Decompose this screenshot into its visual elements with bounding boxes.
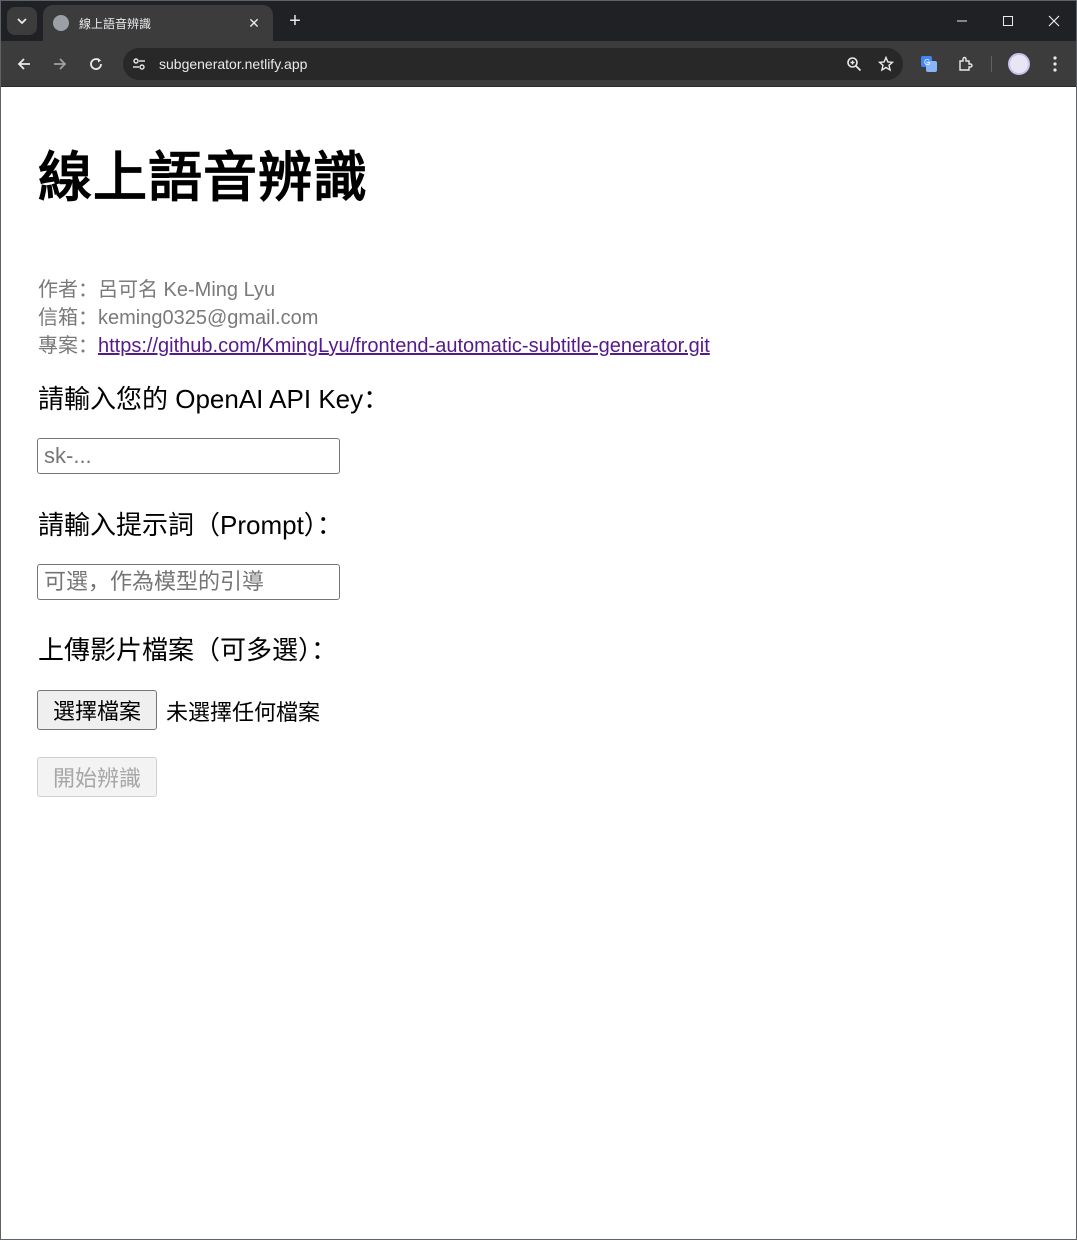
forward-icon[interactable] [46,50,74,78]
svg-text:G: G [924,58,930,67]
prompt-label: 請輸入提示詞（Prompt）： [38,510,343,540]
prompt-input[interactable] [37,564,340,600]
api-key-label: 請輸入您的 OpenAI API Key： [38,384,390,414]
back-icon[interactable] [10,50,38,78]
zoom-icon[interactable] [839,50,869,78]
star-icon[interactable] [871,50,901,78]
translate-icon[interactable]: G [915,50,943,78]
choose-file-button[interactable]: 選擇檔案 [37,690,157,730]
start-recognition-button[interactable]: 開始辨識 [37,757,157,797]
favicon-icon [53,15,69,31]
new-tab-button[interactable]: + [283,9,307,33]
email-line: 信箱：keming0325@gmail.com [38,301,318,330]
reload-icon[interactable] [82,50,110,78]
tab-search-icon[interactable] [7,7,37,35]
no-file-status: 未選擇任何檔案 [166,701,321,726]
tab-strip: 線上語音辨識 ✕ + [1,1,1076,41]
address-bar[interactable]: subgenerator.netlify.app [123,48,903,80]
api-key-input[interactable] [37,438,340,474]
email-label: 信箱： [38,307,98,329]
active-tab[interactable]: 線上語音辨識 ✕ [43,5,273,41]
project-line: 專案：https://github.com/KmingLyu/frontend-… [38,329,710,358]
project-link[interactable]: https://github.com/KmingLyu/frontend-aut… [98,335,710,357]
author-label: 作者： [38,279,98,301]
profile-avatar[interactable] [1008,53,1030,75]
page-content: 線上語音辨識 作者：呂可名 Ke-Ming Lyu 信箱：keming0325@… [1,87,1076,1239]
extensions-icon[interactable] [951,50,979,78]
tab-title: 線上語音辨識 [79,16,152,31]
maximize-icon[interactable] [985,1,1031,41]
close-icon[interactable] [1031,1,1076,41]
project-label: 專案： [38,335,98,357]
browser-toolbar: subgenerator.netlify.app G [1,41,1076,87]
tab-close-button[interactable]: ✕ [245,15,263,32]
toolbar-divider [991,56,992,72]
upload-label: 上傳影片檔案（可多選）： [38,635,338,665]
menu-icon[interactable] [1041,50,1069,78]
page-title: 線上語音辨識 [38,146,368,209]
url-text[interactable]: subgenerator.netlify.app [159,56,839,72]
author-line: 作者：呂可名 Ke-Ming Lyu [38,273,275,302]
site-info-icon[interactable] [125,50,153,78]
email-value: keming0325@gmail.com [98,307,319,329]
author-value: 呂可名 Ke-Ming Lyu [98,279,276,301]
browser-window: 線上語音辨識 ✕ + subgenerator.netlify.app G 線上… [0,0,1077,1240]
minimize-icon[interactable] [939,1,985,41]
